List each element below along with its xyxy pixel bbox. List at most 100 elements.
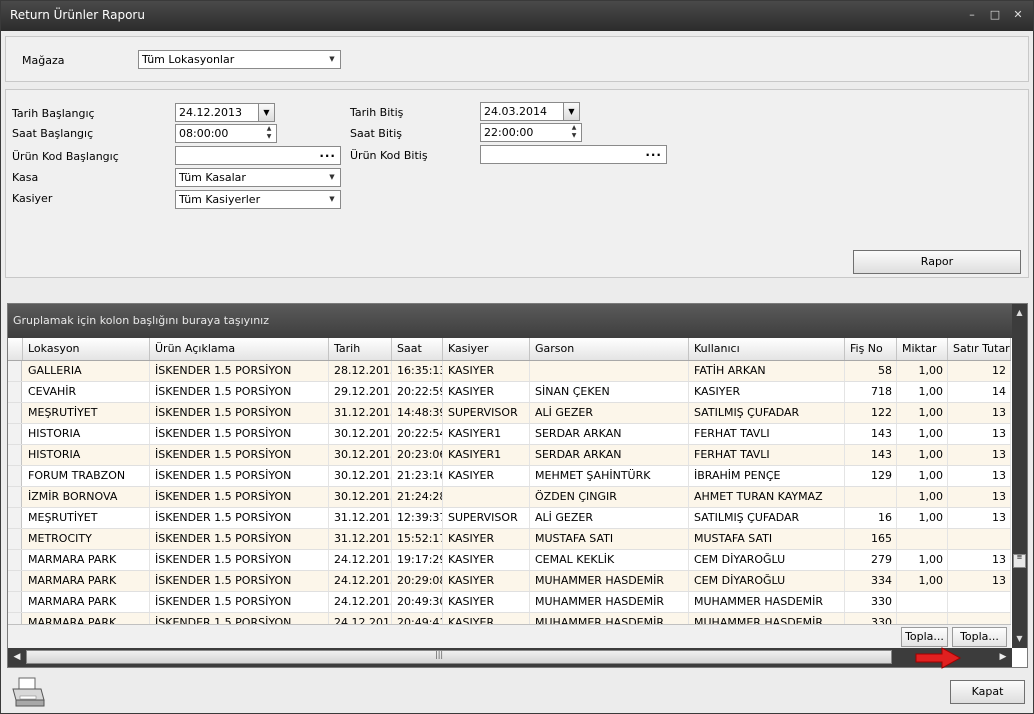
cashier-dropdown[interactable]: Tüm Kasiyerler ▼ <box>175 190 341 209</box>
table-row[interactable]: MEŞRUTİYET İSKENDER 1.5 PORSİYON 31.12.201… <box>8 508 1011 529</box>
table-row[interactable]: MARMARA PARK İSKENDER 1.5 PORSİYON 24.12.2… <box>8 571 1011 592</box>
table-row[interactable]: HISTORIA İSKENDER 1.5 PORSİYON 30.12.2013 2… <box>8 424 1011 445</box>
cell-waiter: ALİ GEZER <box>530 508 689 528</box>
cell-receipt-no: 330 <box>845 592 897 612</box>
date-start-picker[interactable]: 24.12.2013 ▼ <box>175 103 275 122</box>
cell-location: MEŞRUTİYET <box>23 403 150 423</box>
time-end-label: Saat Bitiş <box>350 127 402 140</box>
row-indicator[interactable] <box>8 487 22 507</box>
window-title: Return Ürünler Raporu <box>10 8 145 22</box>
cell-receipt-no: 334 <box>845 571 897 591</box>
table-row[interactable]: METROCITY İSKENDER 1.5 PORSİYON 31.12.2013… <box>8 529 1011 550</box>
horizontal-scrollbar[interactable]: ◀ ||| ▶ <box>8 647 1012 669</box>
date-end-picker[interactable]: 24.03.2014 ▼ <box>480 102 580 121</box>
ellipsis-icon[interactable]: ... <box>319 147 336 162</box>
column-header-receipt-no[interactable]: Fiş No <box>845 338 897 360</box>
printer-icon[interactable] <box>10 676 46 710</box>
row-indicator[interactable] <box>8 382 22 402</box>
row-indicator[interactable] <box>8 466 22 486</box>
store-dropdown[interactable]: Tüm Lokasyonlar ▼ <box>138 50 341 69</box>
report-button[interactable]: Rapor <box>853 250 1021 274</box>
cell-user: MUHAMMER HASDEMİR <box>689 613 845 624</box>
row-indicator[interactable] <box>8 424 22 444</box>
row-indicator[interactable] <box>8 571 22 591</box>
column-header-line-total[interactable]: Satır Tutarı <box>948 338 1011 360</box>
cell-user: SATILMIŞ ÇUFADAR <box>689 403 845 423</box>
row-indicator[interactable] <box>8 613 22 624</box>
scroll-down-icon[interactable]: ▼ <box>1012 632 1027 646</box>
row-indicator[interactable] <box>8 361 22 381</box>
cell-location: MARMARA PARK <box>23 550 150 570</box>
cell-receipt-no: 143 <box>845 445 897 465</box>
table-row[interactable]: CEVAHİR İSKENDER 1.5 PORSİYON 29.12.2013 20… <box>8 382 1011 403</box>
column-header-user[interactable]: Kullanıcı <box>689 338 845 360</box>
cell-quantity: 1,00 <box>897 403 948 423</box>
vertical-scroll-thumb[interactable]: ≡ <box>1013 554 1026 568</box>
register-dropdown[interactable]: Tüm Kasalar ▼ <box>175 168 341 187</box>
calendar-dropdown-icon[interactable]: ▼ <box>563 103 579 120</box>
grid-header: Lokasyon Ürün Açıklama Tarih Saat Kasiye… <box>8 338 1011 361</box>
cell-location: MARMARA PARK <box>23 571 150 591</box>
group-by-panel[interactable]: Gruplamak için kolon başlığını buraya ta… <box>8 304 1027 338</box>
register-value: Tüm Kasalar <box>179 171 246 184</box>
cell-receipt-no <box>845 487 897 507</box>
maximize-button[interactable]: □ <box>986 7 1004 23</box>
cell-location: METROCITY <box>23 529 150 549</box>
chevron-down-icon: ▼ <box>329 173 335 181</box>
vertical-scrollbar[interactable]: ▲ ≡ ▼ <box>1012 304 1027 648</box>
table-row[interactable]: MARMARA PARK İSKENDER 1.5 PORSİYON 24.12.2… <box>8 550 1011 571</box>
row-indicator[interactable] <box>8 508 22 528</box>
column-header-location[interactable]: Lokasyon <box>23 338 150 360</box>
time-start-spinner[interactable]: 08:00:00 ▲ ▼ <box>175 124 277 143</box>
column-header-quantity[interactable]: Miktar <box>897 338 948 360</box>
filter-panel: Tarih Başlangıç 24.12.2013 ▼ Saat Başlan… <box>5 89 1029 278</box>
cell-product: İSKENDER 1.5 PORSİYON <box>150 466 329 486</box>
column-header-time[interactable]: Saat <box>392 338 443 360</box>
table-row[interactable]: MARMARA PARK İSKENDER 1.5 PORSİYON 24.12.2… <box>8 592 1011 613</box>
cell-line-total <box>948 613 1011 624</box>
cell-receipt-no: 58 <box>845 361 897 381</box>
cell-time: 14:48:39 <box>392 403 443 423</box>
table-row[interactable]: MEŞRUTİYET İSKENDER 1.5 PORSİYON 31.12.201… <box>8 403 1011 424</box>
row-indicator[interactable] <box>8 592 22 612</box>
row-indicator[interactable] <box>8 529 22 549</box>
cell-time: 20:22:54 <box>392 424 443 444</box>
cell-line-total: 13 <box>948 571 1011 591</box>
cell-receipt-no: 165 <box>845 529 897 549</box>
row-indicator[interactable] <box>8 445 22 465</box>
column-header-date[interactable]: Tarih <box>329 338 392 360</box>
table-row[interactable]: MARMARA PARK İSKENDER 1.5 PORSİYON 24.12.2… <box>8 613 1011 624</box>
date-end-value: 24.03.2014 <box>484 105 547 118</box>
time-end-spinner[interactable]: 22:00:00 ▲ ▼ <box>480 123 582 142</box>
cell-waiter: MUSTAFA SATI <box>530 529 689 549</box>
ellipsis-icon[interactable]: ... <box>645 146 662 161</box>
close-window-button[interactable]: ✕ <box>1009 7 1027 23</box>
table-row[interactable]: FORUM TRABZON İSKENDER 1.5 PORSİYON 30.12.… <box>8 466 1011 487</box>
row-indicator[interactable] <box>8 403 22 423</box>
calendar-dropdown-icon[interactable]: ▼ <box>258 104 274 121</box>
cell-product: İSKENDER 1.5 PORSİYON <box>150 487 329 507</box>
product-start-input[interactable]: ... <box>175 146 341 165</box>
cell-time: 12:39:37 <box>392 508 443 528</box>
minimize-button[interactable]: – <box>963 7 981 23</box>
scroll-right-icon[interactable]: ▶ <box>996 650 1010 664</box>
cell-cashier: KASIYER1 <box>443 445 530 465</box>
sum-total-button[interactable]: Topla... <box>952 627 1007 647</box>
horizontal-scroll-thumb[interactable] <box>26 650 892 664</box>
scroll-left-icon[interactable]: ◀ <box>10 650 24 664</box>
cell-line-total: 13 <box>948 508 1011 528</box>
row-indicator[interactable] <box>8 550 22 570</box>
product-end-input[interactable]: ... <box>480 145 667 164</box>
scroll-up-icon[interactable]: ▲ <box>1012 306 1027 320</box>
table-row[interactable]: İZMİR BORNOVA İSKENDER 1.5 PORSİYON 30.12.… <box>8 487 1011 508</box>
column-header-waiter[interactable]: Garson <box>530 338 689 360</box>
spinner-arrows-icon[interactable]: ▲ ▼ <box>263 125 275 142</box>
sum-quantity-button[interactable]: Topla... <box>901 627 948 647</box>
close-button[interactable]: Kapat <box>950 680 1025 704</box>
spinner-arrows-icon[interactable]: ▲ ▼ <box>568 124 580 141</box>
table-row[interactable]: HISTORIA İSKENDER 1.5 PORSİYON 30.12.2013 2… <box>8 445 1011 466</box>
red-right-arrow-icon <box>915 647 962 669</box>
column-header-cashier[interactable]: Kasiyer <box>443 338 530 360</box>
column-header-product[interactable]: Ürün Açıklama <box>150 338 329 360</box>
table-row[interactable]: GALLERIA İSKENDER 1.5 PORSİYON 28.12.2013 1… <box>8 361 1011 382</box>
